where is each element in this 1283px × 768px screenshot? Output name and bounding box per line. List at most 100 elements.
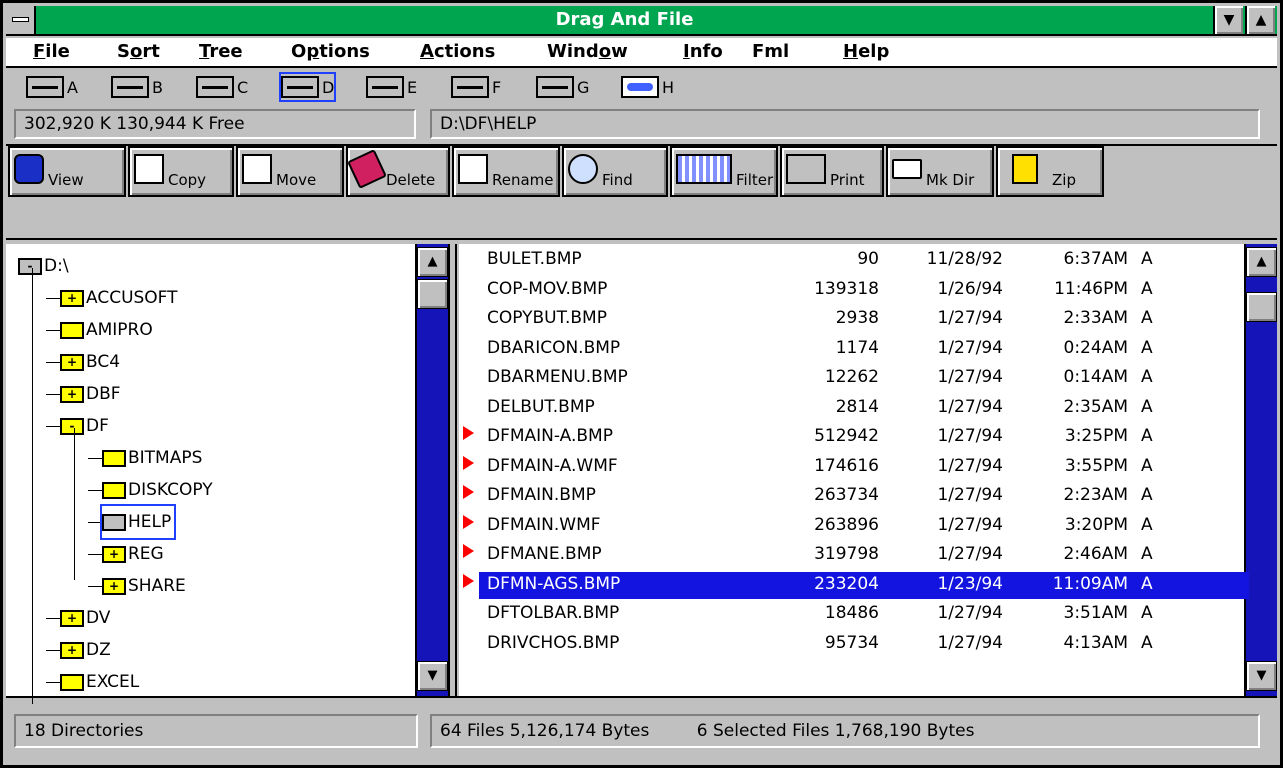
file-attr: A	[1141, 308, 1153, 328]
file-row[interactable]: DFMAIN-A.BMP 512942 1/27/94 3:25PM A	[459, 424, 1251, 451]
file-row[interactable]: DRIVCHOS.BMP 95734 1/27/94 4:13AM A	[459, 631, 1251, 658]
filter-button[interactable]: Filter	[670, 146, 778, 197]
file-time: 2:23AM	[1063, 485, 1128, 505]
folder-icon: +	[60, 609, 84, 627]
tree-connector	[46, 394, 60, 395]
tree-connector	[88, 586, 102, 587]
file-date: 1/27/94	[937, 308, 1003, 328]
maximize-button[interactable]: ▲	[1245, 6, 1275, 34]
file-row[interactable]: DFMN-AGS.BMP 233204 1/23/94 11:09AM A	[459, 571, 1251, 599]
drive-c-button[interactable]: C	[196, 74, 248, 100]
tree-item-reg[interactable]: + REG	[102, 538, 164, 570]
zip-icon	[1012, 153, 1038, 184]
file-attr: A	[1141, 278, 1153, 299]
selected-total: 6 Selected Files 1,768,190 Bytes	[696, 721, 975, 741]
file-attr: A	[1141, 455, 1153, 476]
file-attr: A	[1141, 249, 1153, 269]
file-row-cells: DFMAIN.BMP 263734 1/27/94 2:23AM A	[479, 483, 1249, 510]
menu-file[interactable]: File	[33, 41, 70, 62]
scroll-thumb[interactable]	[417, 279, 448, 309]
menu-actions[interactable]: Actions	[420, 41, 495, 62]
scroll-down-arrow[interactable]: ▼	[417, 661, 448, 691]
tree-item-accusoft[interactable]: + ACCUSOFT	[60, 282, 178, 314]
menu-window[interactable]: Window	[547, 41, 628, 62]
tree-item-label: DBF	[86, 384, 121, 404]
pane-splitter[interactable]	[450, 244, 457, 696]
drive-a-button[interactable]: A	[26, 74, 78, 100]
file-row[interactable]: DFMAIN.WMF 263896 1/27/94 3:20PM A	[459, 513, 1251, 540]
rename-button[interactable]: Rename	[452, 146, 560, 197]
file-list[interactable]: ▲ ▼ BULET.BMP 90 11/28/92 6:37AM A COP-MOV.BM…	[459, 244, 1277, 696]
menu-tree[interactable]: Tree	[199, 41, 243, 62]
file-row[interactable]: COP-MOV.BMP 139318 1/26/94 11:46PM A	[459, 277, 1251, 304]
file-row[interactable]: DFMAIN.BMP 263734 1/27/94 2:23AM A	[459, 483, 1251, 510]
directory-tree[interactable]: ▲ ▼ - D:\ + ACCUSOFT AMIPRO + BC4 + DBF - DF BITMAP…	[6, 244, 450, 704]
delete-button[interactable]: Delete	[346, 146, 450, 197]
minimize-button[interactable]: ▼	[1213, 6, 1243, 34]
drive-g-button[interactable]: G	[536, 74, 589, 100]
tree-item-dz[interactable]: + DZ	[60, 634, 111, 666]
tree-item-df[interactable]: - DF	[60, 410, 109, 442]
print-button[interactable]: Print	[780, 146, 884, 197]
drive-d-button[interactable]: D	[278, 72, 337, 102]
current-path-field: D:\DF\HELP	[430, 109, 1260, 139]
move-icon	[242, 153, 272, 184]
file-row-cells: BULET.BMP 90 11/28/92 6:37AM A	[479, 247, 1249, 274]
cdrom-drive-icon	[621, 76, 659, 98]
tree-item-share[interactable]: + SHARE	[102, 570, 186, 602]
drive-e-button[interactable]: E	[366, 74, 417, 100]
tree-item-bc4[interactable]: + BC4	[60, 346, 120, 378]
menu-help[interactable]: Help	[843, 41, 889, 62]
file-name: DELBUT.BMP	[487, 396, 595, 417]
find-button[interactable]: Find	[562, 146, 668, 197]
file-stats: 64 Files 5,126,174 Bytes 6 Selected File…	[430, 714, 1260, 748]
file-row[interactable]: DELBUT.BMP 2814 1/27/94 2:35AM A	[459, 395, 1251, 422]
file-row-cells: DFMN-AGS.BMP 233204 1/23/94 11:09AM A	[479, 571, 1249, 599]
tree-item-amipro[interactable]: AMIPRO	[60, 314, 153, 346]
disk-drive-icon	[451, 76, 489, 98]
menu-fml[interactable]: Fml	[752, 41, 789, 62]
drive-letter: G	[577, 77, 590, 97]
copy-button[interactable]: Copy	[128, 146, 234, 197]
system-menu-button[interactable]	[6, 6, 36, 34]
file-row[interactable]: DBARICON.BMP 1174 1/27/94 0:24AM A	[459, 336, 1251, 363]
tree-item-help[interactable]: HELP	[99, 504, 177, 540]
tree-item-d[interactable]: - D:\	[18, 250, 69, 282]
drive-f-button[interactable]: F	[451, 74, 501, 100]
tree-item-dbf[interactable]: + DBF	[60, 378, 121, 410]
file-row-cells: DFMAIN-A.WMF 174616 1/27/94 3:55PM A	[479, 454, 1249, 481]
drive-letter: F	[492, 77, 502, 97]
disk-drive-icon	[366, 76, 404, 98]
file-time: 6:37AM	[1063, 249, 1128, 269]
file-time: 3:25PM	[1064, 426, 1128, 446]
tree-scrollbar[interactable]: ▲ ▼	[415, 244, 448, 696]
file-date: 1/27/94	[937, 426, 1003, 446]
file-row[interactable]: DFTOLBAR.BMP 18486 1/27/94 3:51AM A	[459, 601, 1251, 628]
magnifier-icon	[568, 153, 598, 184]
tree-item-diskcopy[interactable]: DISKCOPY	[102, 474, 213, 506]
tree-item-label: DISKCOPY	[128, 480, 213, 500]
drive-b-button[interactable]: B	[111, 74, 163, 100]
scroll-down-arrow[interactable]: ▼	[1246, 661, 1277, 691]
menu-sort[interactable]: Sort	[117, 41, 160, 62]
file-row[interactable]: BULET.BMP 90 11/28/92 6:37AM A	[459, 247, 1251, 274]
tree-item-bitmaps[interactable]: BITMAPS	[102, 442, 202, 474]
file-name: DFMANE.BMP	[487, 544, 602, 564]
title-bar[interactable]: Drag And File ▼ ▲	[6, 6, 1277, 36]
file-row[interactable]: DFMAIN-A.WMF 174616 1/27/94 3:55PM A	[459, 454, 1251, 481]
menu-options[interactable]: Options	[291, 41, 370, 62]
file-row[interactable]: DBARMENU.BMP 12262 1/27/94 0:14AM A	[459, 365, 1251, 392]
drive-h-button[interactable]: H	[621, 74, 674, 100]
file-row[interactable]: COPYBUT.BMP 2938 1/27/94 2:33AM A	[459, 306, 1251, 333]
tree-item-excel[interactable]: EXCEL	[60, 666, 139, 698]
tree-item-dv[interactable]: + DV	[60, 602, 110, 634]
move-button[interactable]: Move	[236, 146, 344, 197]
zip-button[interactable]: Zip	[996, 146, 1104, 197]
scroll-up-arrow[interactable]: ▲	[417, 247, 448, 277]
view-button[interactable]: View	[8, 146, 126, 197]
menu-info[interactable]: Info	[683, 41, 723, 62]
mkdir-button[interactable]: Mk Dir	[886, 146, 994, 197]
file-name: DFMN-AGS.BMP	[487, 573, 621, 594]
selected-marker-icon	[463, 514, 474, 529]
file-row[interactable]: DFMANE.BMP 319798 1/27/94 2:46AM A	[459, 542, 1251, 569]
